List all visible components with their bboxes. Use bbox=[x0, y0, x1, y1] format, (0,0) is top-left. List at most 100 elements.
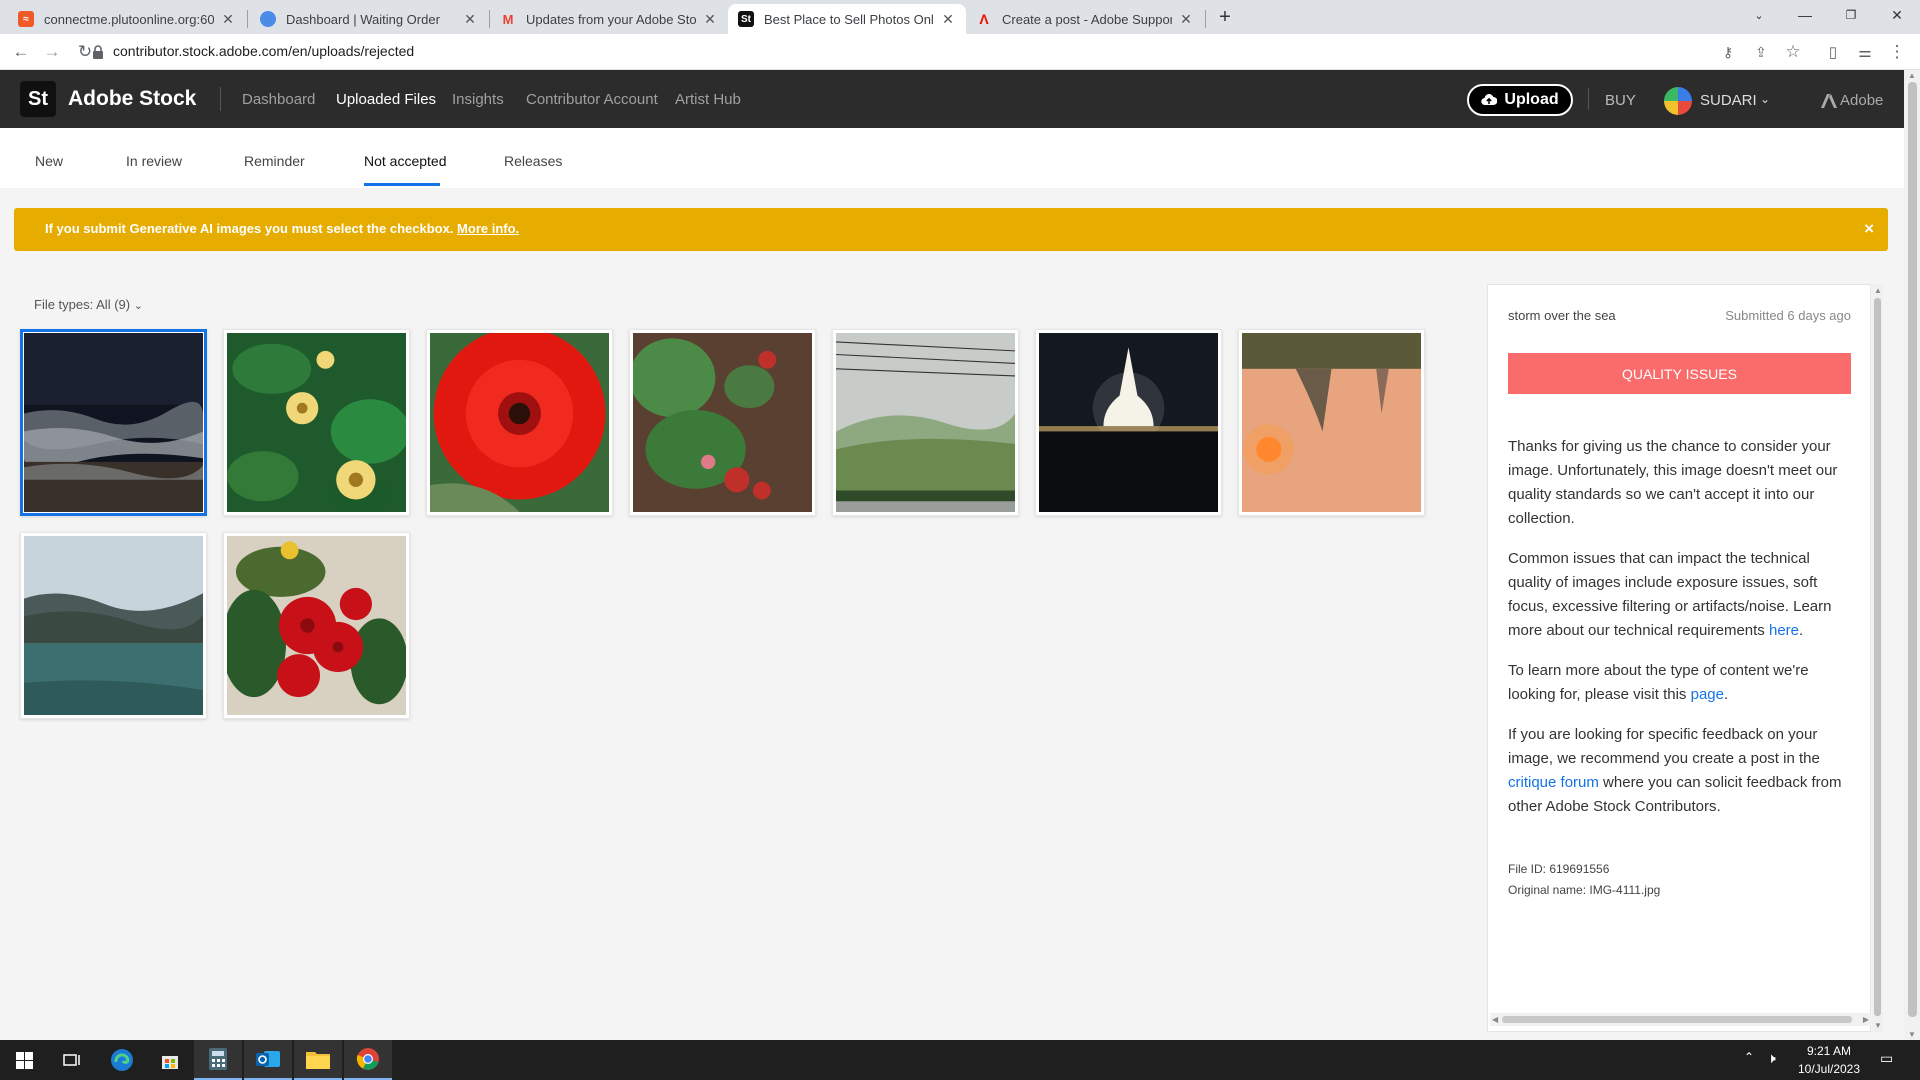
upload-button[interactable]: Upload bbox=[1467, 84, 1573, 116]
technical-issues-text: Common issues that can impact the techni… bbox=[1508, 547, 1856, 643]
avatar[interactable] bbox=[1664, 87, 1692, 115]
misty-hills-photo bbox=[836, 333, 1015, 512]
content-page-link[interactable]: page bbox=[1691, 686, 1724, 703]
tab-separator bbox=[247, 10, 248, 28]
buy-link[interactable]: BUY bbox=[1605, 92, 1636, 109]
tab-close-icon[interactable]: ✕ bbox=[220, 11, 236, 28]
browser-tab-1[interactable]: ≈ connectme.plutoonline.org:6082/ ✕ bbox=[8, 4, 246, 34]
address-bar[interactable]: contributor.stock.adobe.com/en/uploads/r… bbox=[113, 43, 414, 59]
tab-close-icon[interactable]: ✕ bbox=[702, 11, 718, 28]
thumbnail-yellow-flowers[interactable] bbox=[223, 329, 410, 516]
file-explorer-icon[interactable] bbox=[294, 1040, 342, 1080]
back-arrow-icon[interactable]: ← bbox=[9, 40, 33, 64]
nav-insights[interactable]: Insights bbox=[452, 91, 504, 108]
nav-artist-hub[interactable]: Artist Hub bbox=[675, 91, 741, 108]
page-scroll-thumb[interactable] bbox=[1908, 82, 1917, 1017]
page-scrollbar[interactable]: ▲ ▼ bbox=[1904, 70, 1920, 1040]
outlook-icon[interactable] bbox=[244, 1040, 292, 1080]
thumbnail-storm-over-the-sea[interactable] bbox=[20, 329, 207, 516]
tab-search-chevron-icon[interactable]: ⌄ bbox=[1736, 0, 1782, 30]
browser-tab-5[interactable]: Λ Create a post - Adobe Support C ✕ bbox=[966, 4, 1204, 34]
thumbnail-red-gerbera[interactable] bbox=[426, 329, 613, 516]
edge-browser-icon[interactable] bbox=[98, 1040, 146, 1080]
thumbnail-sunset-reflection[interactable] bbox=[1238, 329, 1425, 516]
scroll-up-icon[interactable]: ▲ bbox=[1908, 71, 1916, 80]
share-icon[interactable]: ⇪ bbox=[1749, 40, 1773, 64]
thumbnail-stupa-at-night[interactable] bbox=[1035, 329, 1222, 516]
tab-close-icon[interactable]: ✕ bbox=[462, 11, 478, 28]
chrome-icon[interactable] bbox=[344, 1040, 392, 1080]
nav-contributor-account[interactable]: Contributor Account bbox=[526, 91, 658, 108]
browser-tab-bar: ≈ connectme.plutoonline.org:6082/ ✕ Dash… bbox=[0, 0, 1920, 34]
thumbnail-red-geraniums[interactable] bbox=[223, 532, 410, 719]
scroll-down-icon[interactable]: ▼ bbox=[1874, 1021, 1882, 1030]
tray-chevron-icon[interactable]: ⌃ bbox=[1744, 1050, 1754, 1064]
volume-muted-icon[interactable]: 🕨 bbox=[1767, 1050, 1776, 1067]
restore-icon[interactable]: ❐ bbox=[1828, 0, 1874, 30]
clock-time[interactable]: 9:21 AM bbox=[1794, 1044, 1864, 1058]
tab-releases[interactable]: Releases bbox=[504, 153, 562, 169]
key-icon[interactable]: ⚷ bbox=[1716, 40, 1740, 64]
new-tab-icon[interactable]: + bbox=[1213, 5, 1237, 29]
notifications-icon[interactable]: ▭ bbox=[1880, 1050, 1893, 1067]
rejection-message: Thanks for giving us the chance to consi… bbox=[1508, 438, 1838, 527]
tab-in-review[interactable]: In review bbox=[126, 153, 182, 169]
cloud-upload-icon bbox=[1481, 94, 1498, 106]
close-window-icon[interactable]: ✕ bbox=[1874, 0, 1920, 30]
scroll-right-icon[interactable]: ▶ bbox=[1863, 1015, 1869, 1024]
panel-hscroll-thumb[interactable] bbox=[1502, 1016, 1852, 1023]
feedback-text: If you are looking for specific feedback… bbox=[1508, 723, 1856, 819]
user-name[interactable]: SUDARI bbox=[1700, 92, 1757, 109]
period-text: . bbox=[1799, 622, 1804, 639]
adobe-link[interactable]: Adobe bbox=[1840, 92, 1883, 109]
nav-dashboard[interactable]: Dashboard bbox=[242, 91, 315, 108]
scroll-left-icon[interactable]: ◀ bbox=[1492, 1015, 1498, 1024]
browser-tab-3[interactable]: M Updates from your Adobe Stock ✕ bbox=[490, 4, 728, 34]
calculator-icon[interactable] bbox=[194, 1040, 242, 1080]
thumbnail-strawberries[interactable] bbox=[629, 329, 816, 516]
clock-date[interactable]: 10/Jul/2023 bbox=[1794, 1062, 1864, 1076]
chevron-down-icon[interactable]: ⌄ bbox=[1760, 92, 1770, 106]
forward-arrow-icon[interactable]: → bbox=[40, 40, 64, 64]
site-header: St Adobe Stock Dashboard Uploaded Files … bbox=[0, 70, 1904, 128]
tab-reminder[interactable]: Reminder bbox=[244, 153, 305, 169]
technical-requirements-link[interactable]: here bbox=[1769, 622, 1799, 639]
more-info-link[interactable]: More info. bbox=[457, 221, 519, 236]
tab-close-icon[interactable]: ✕ bbox=[940, 11, 956, 28]
minimize-icon[interactable]: — bbox=[1782, 0, 1828, 30]
critique-forum-link[interactable]: critique forum bbox=[1508, 774, 1599, 791]
upload-label: Upload bbox=[1504, 91, 1559, 108]
tab-new[interactable]: New bbox=[35, 153, 63, 169]
banner-close-icon[interactable]: × bbox=[1864, 219, 1874, 239]
scroll-up-icon[interactable]: ▲ bbox=[1874, 286, 1882, 295]
tab-title: Dashboard | Waiting Order bbox=[286, 11, 440, 27]
bookmark-star-icon[interactable]: ☆ bbox=[1781, 40, 1805, 64]
side-panel-icon[interactable]: ▯ bbox=[1821, 40, 1845, 64]
uploads-subnav: New In review Reminder Not accepted Rele… bbox=[0, 128, 1904, 188]
panel-scroll-thumb[interactable] bbox=[1874, 298, 1881, 1016]
scroll-down-icon[interactable]: ▼ bbox=[1908, 1030, 1916, 1039]
browser-tab-2[interactable]: Dashboard | Waiting Order ✕ bbox=[250, 4, 488, 34]
browser-menu-icon[interactable]: ⋮ bbox=[1885, 40, 1909, 64]
tab-close-icon[interactable]: ✕ bbox=[1178, 11, 1194, 28]
microsoft-store-icon[interactable] bbox=[146, 1040, 194, 1080]
thumbnail-lake-and-mountains[interactable] bbox=[20, 532, 207, 719]
thumbnail-misty-hills[interactable] bbox=[832, 329, 1019, 516]
lake-photo bbox=[24, 536, 203, 715]
red-flower-photo bbox=[430, 333, 609, 512]
yellow-flowers-photo bbox=[227, 333, 406, 512]
tab-not-accepted[interactable]: Not accepted bbox=[364, 153, 447, 169]
panel-scrollbar[interactable]: ▲ ▼ bbox=[1872, 284, 1883, 1032]
nav-uploaded-files[interactable]: Uploaded Files bbox=[336, 91, 436, 108]
windows-start-icon[interactable] bbox=[0, 1040, 48, 1080]
lock-icon[interactable] bbox=[91, 44, 105, 60]
adobe-stock-logo-icon[interactable]: St bbox=[20, 81, 56, 117]
site-logo-text[interactable]: Adobe Stock bbox=[68, 87, 196, 111]
file-types-filter[interactable]: File types: All (9) ⌄ bbox=[34, 297, 143, 312]
task-view-icon[interactable] bbox=[48, 1040, 96, 1080]
tab-title: connectme.plutoonline.org:6082/ bbox=[44, 11, 214, 27]
adobe-logo-icon[interactable] bbox=[1820, 92, 1838, 110]
panel-horizontal-scrollbar[interactable]: ◀ ▶ bbox=[1490, 1013, 1871, 1026]
extensions-icon[interactable]: ⚌ bbox=[1853, 40, 1877, 64]
browser-tab-4-active[interactable]: St Best Place to Sell Photos Online. ✕ bbox=[728, 4, 966, 34]
